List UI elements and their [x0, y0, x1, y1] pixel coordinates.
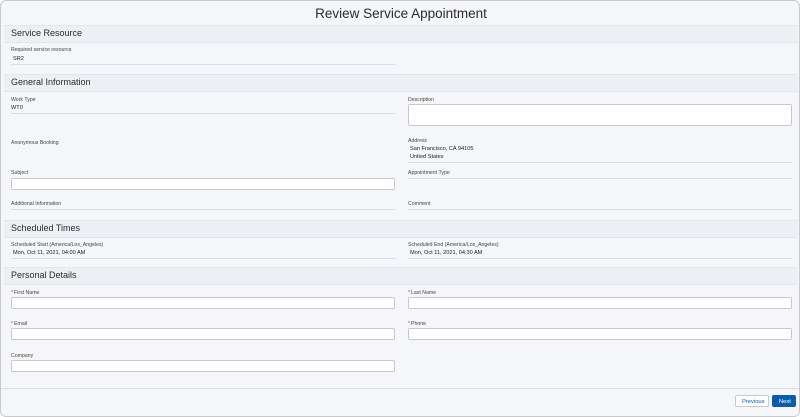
- description-label: Description: [408, 97, 434, 103]
- field-divider: [11, 258, 396, 259]
- email-label: *Email: [11, 321, 28, 327]
- address-line-1: San Francisco, CA 94105: [410, 146, 474, 152]
- address-line-2: United States: [410, 154, 444, 160]
- email-input[interactable]: [11, 328, 395, 340]
- address-label: Address: [408, 138, 428, 144]
- section-title: Scheduled Times: [11, 223, 81, 233]
- required-marker: *: [11, 290, 14, 296]
- comment-label: Comment: [408, 201, 431, 207]
- next-button[interactable]: Next: [772, 395, 796, 407]
- phone-input[interactable]: [408, 328, 792, 340]
- section-title: Service Resource: [11, 28, 83, 38]
- phone-label: *Phone: [408, 321, 427, 327]
- company-label: Company: [11, 353, 34, 359]
- last-name-input[interactable]: [408, 297, 792, 309]
- page-title: Review Service Appointment: [315, 6, 487, 21]
- required-service-resource-value: SR2: [13, 56, 24, 62]
- scheduled-start-label: Scheduled Start (America/Los_Angeles): [11, 242, 104, 248]
- section-header-scheduled-times[interactable]: Scheduled Times: [4, 220, 798, 238]
- review-service-appointment-dialog: Review Service Appointment Service Resou…: [0, 0, 800, 417]
- subject-label: Subject: [11, 170, 29, 176]
- subject-input[interactable]: [11, 178, 395, 190]
- scheduled-end-label: Scheduled End (America/Los_Angeles): [408, 242, 499, 248]
- scheduled-start-value: Mon, Oct 11, 2021, 04:00 AM: [13, 250, 86, 256]
- previous-button[interactable]: Previous: [735, 395, 769, 407]
- field-divider: [408, 258, 792, 259]
- field-divider: [11, 64, 396, 65]
- required-marker: *: [408, 321, 411, 327]
- section-header-personal-details[interactable]: Personal Details: [4, 267, 798, 285]
- scheduled-end-value: Mon, Oct 11, 2021, 04:30 AM: [410, 250, 483, 256]
- work-type-value: WT0: [11, 105, 23, 111]
- field-divider: [408, 162, 792, 163]
- company-input[interactable]: [11, 360, 395, 372]
- additional-information-label: Additional Information: [11, 201, 62, 207]
- field-divider: [11, 113, 396, 114]
- work-type-label: Work Type: [11, 97, 36, 103]
- field-divider: [408, 209, 792, 210]
- last-name-label: *Last Name: [408, 290, 437, 296]
- section-title: General Information: [11, 77, 91, 87]
- required-marker: *: [11, 321, 14, 327]
- section-title: Personal Details: [11, 270, 77, 280]
- required-service-resource-label: Required service resource: [11, 47, 72, 53]
- required-marker: *: [408, 290, 411, 296]
- field-divider: [11, 209, 396, 210]
- first-name-label: *First Name: [11, 290, 40, 296]
- description-textarea[interactable]: [408, 104, 792, 126]
- section-header-service-resource[interactable]: Service Resource: [4, 25, 798, 43]
- anonymous-booking-label: Anonymous Booking: [11, 140, 59, 146]
- first-name-input[interactable]: [11, 297, 395, 309]
- section-header-general-information[interactable]: General Information: [4, 74, 798, 92]
- field-divider: [408, 178, 792, 179]
- appointment-type-label: Appointment Type: [408, 170, 450, 176]
- dialog-footer: Previous Next: [1, 388, 799, 416]
